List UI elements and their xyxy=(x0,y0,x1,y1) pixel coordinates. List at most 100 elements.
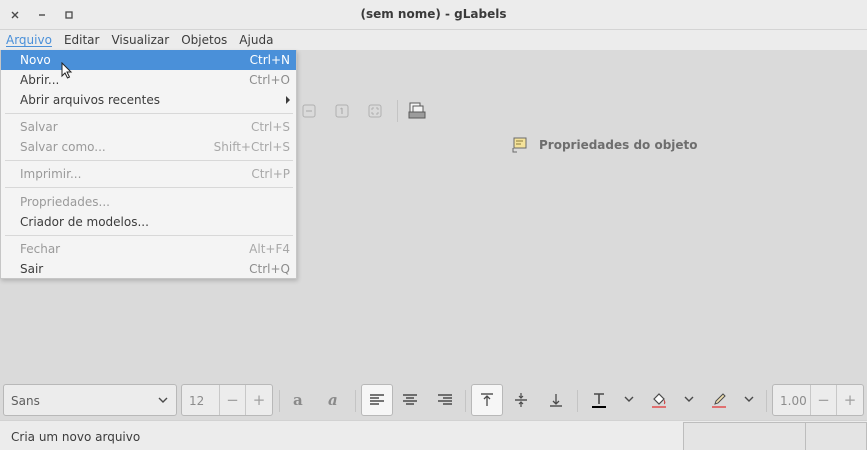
text-color-dropdown-icon[interactable] xyxy=(624,394,634,404)
toolbar-separator xyxy=(397,100,398,122)
valign-middle-button[interactable] xyxy=(509,388,533,412)
font-size-decrement-button[interactable]: − xyxy=(220,385,246,415)
zoom-one-icon xyxy=(335,104,349,118)
menu-item-salvar-como: Salvar como... Shift+Ctrl+S xyxy=(1,137,296,157)
chevron-down-icon xyxy=(158,397,168,403)
menu-item-label: Fechar xyxy=(20,242,61,256)
main-toolbar xyxy=(298,100,439,122)
pencil-icon xyxy=(712,393,726,408)
printer-stack-icon xyxy=(408,102,426,119)
fill-color-button[interactable] xyxy=(647,388,671,412)
toolbar-separator xyxy=(577,390,578,412)
title-bar: (sem nome) - gLabels xyxy=(0,0,867,30)
zoom-out-icon xyxy=(302,104,316,118)
align-left-button[interactable] xyxy=(361,384,393,416)
zoom-one-button[interactable] xyxy=(331,100,353,122)
text-format-toolbar: Sans 12 − + a a 1.00 − + xyxy=(0,380,867,420)
line-width-increment-button[interactable]: + xyxy=(837,385,863,415)
menu-separator xyxy=(5,113,293,114)
line-width-value[interactable]: 1.00 xyxy=(773,385,811,415)
menu-item-accelerator: Alt+F4 xyxy=(249,242,290,256)
status-message: Cria um novo arquivo xyxy=(11,430,141,444)
mouse-pointer-icon xyxy=(61,62,73,79)
font-size-increment-button[interactable]: + xyxy=(246,385,272,415)
font-family-value: Sans xyxy=(11,394,40,408)
font-size-value[interactable]: 12 xyxy=(182,385,220,415)
menu-item-imprimir: Imprimir... Ctrl+P xyxy=(1,164,296,184)
font-family-combo[interactable]: Sans xyxy=(3,384,177,416)
menu-item-abrir-recentes[interactable]: Abrir arquivos recentes xyxy=(1,90,296,110)
status-bar: Cria um novo arquivo xyxy=(0,420,867,450)
menu-item-accelerator: Ctrl+Q xyxy=(249,262,290,276)
menu-item-accelerator: Ctrl+N xyxy=(249,53,290,67)
align-left-icon xyxy=(370,394,384,405)
paint-bucket-icon xyxy=(652,393,666,408)
menu-item-label: Abrir... xyxy=(20,73,60,87)
submenu-arrow-icon xyxy=(286,96,290,104)
align-right-icon xyxy=(438,394,452,405)
line-color-dropdown-icon[interactable] xyxy=(744,394,754,404)
window-title: (sem nome) - gLabels xyxy=(360,7,507,21)
menu-visualizar[interactable]: Visualizar xyxy=(105,30,175,50)
menu-item-novo[interactable]: Novo Ctrl+N xyxy=(1,50,296,70)
menu-bar: Arquivo Editar Visualizar Objetos Ajuda xyxy=(0,30,867,50)
menu-editar[interactable]: Editar xyxy=(58,30,106,50)
menu-item-label: Criador de modelos... xyxy=(20,215,149,229)
menu-separator xyxy=(5,235,293,236)
menu-item-label: Salvar xyxy=(20,120,58,134)
object-properties-icon xyxy=(512,137,527,153)
menu-item-fechar: Fechar Alt+F4 xyxy=(1,239,296,259)
object-properties-header: Propriedades do objeto xyxy=(511,136,698,154)
menu-item-accelerator: Ctrl+P xyxy=(251,167,290,181)
text-color-icon xyxy=(592,393,606,408)
menu-item-label: Abrir arquivos recentes xyxy=(20,93,160,107)
menu-item-label: Salvar como... xyxy=(20,140,106,154)
valign-top-icon xyxy=(481,393,493,406)
menu-item-sair[interactable]: Sair Ctrl+Q xyxy=(1,259,296,279)
toolbar-separator xyxy=(355,390,356,412)
toolbar-separator xyxy=(766,390,767,412)
align-right-button[interactable] xyxy=(433,388,457,412)
italic-icon: a xyxy=(328,391,338,409)
menu-item-accelerator: Ctrl+O xyxy=(249,73,290,87)
valign-middle-icon xyxy=(515,393,527,407)
file-menu-dropdown: Novo Ctrl+N Abrir... Ctrl+O Abrir arquiv… xyxy=(0,50,297,279)
status-cursor-position xyxy=(683,422,806,450)
merge-properties-button[interactable] xyxy=(406,100,428,122)
fill-color-dropdown-icon[interactable] xyxy=(684,394,694,404)
menu-arquivo[interactable]: Arquivo xyxy=(0,30,58,50)
bold-button[interactable]: a xyxy=(287,388,311,412)
menu-item-propriedades: Propriedades... xyxy=(1,192,296,212)
toolbar-separator xyxy=(279,390,280,412)
menu-item-accelerator: Ctrl+S xyxy=(250,120,290,134)
menu-ajuda[interactable]: Ajuda xyxy=(233,30,279,50)
align-center-button[interactable] xyxy=(398,388,422,412)
align-center-icon xyxy=(403,394,417,405)
zoom-out-button[interactable] xyxy=(298,100,320,122)
zoom-fit-icon xyxy=(368,104,382,118)
object-properties-title: Propriedades do objeto xyxy=(539,138,698,152)
svg-text:a: a xyxy=(293,391,303,409)
menu-separator xyxy=(5,187,293,188)
bold-icon: a xyxy=(293,391,303,409)
font-size-spinner[interactable]: 12 − + xyxy=(181,384,273,416)
menu-item-label: Propriedades... xyxy=(20,195,110,209)
menu-item-abrir[interactable]: Abrir... Ctrl+O xyxy=(1,70,296,90)
valign-top-button[interactable] xyxy=(471,384,503,416)
text-color-button[interactable] xyxy=(587,388,611,412)
line-width-spinner[interactable]: 1.00 − + xyxy=(772,384,864,416)
menu-item-label: Imprimir... xyxy=(20,167,82,181)
italic-button[interactable]: a xyxy=(322,388,346,412)
menu-item-label: Novo xyxy=(20,53,51,67)
valign-bottom-icon xyxy=(550,394,562,407)
menu-separator xyxy=(5,160,293,161)
status-zoom xyxy=(805,422,867,450)
line-color-button[interactable] xyxy=(707,388,731,412)
valign-bottom-button[interactable] xyxy=(544,388,568,412)
zoom-fit-button[interactable] xyxy=(364,100,386,122)
line-width-decrement-button[interactable]: − xyxy=(811,385,837,415)
menu-objetos[interactable]: Objetos xyxy=(175,30,233,50)
toolbar-separator xyxy=(465,390,466,412)
menu-item-accelerator: Shift+Ctrl+S xyxy=(213,140,290,154)
menu-item-criador-de-modelos[interactable]: Criador de modelos... xyxy=(1,212,296,232)
